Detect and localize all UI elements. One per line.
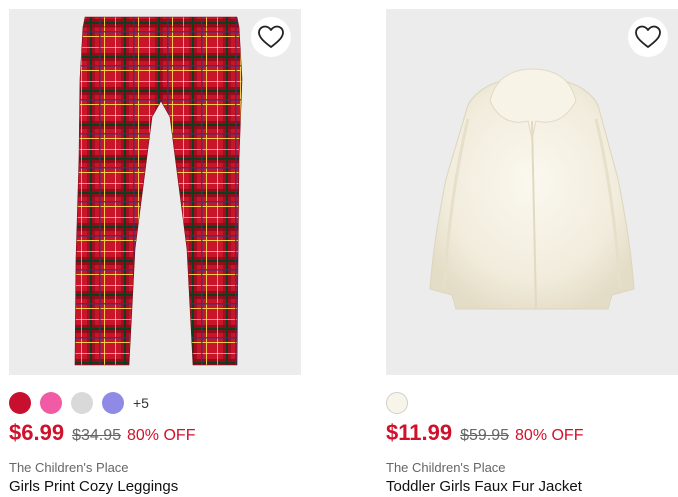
product-name-link[interactable]: Toddler Girls Faux Fur Jacket xyxy=(386,478,678,495)
heart-outline-icon xyxy=(258,25,284,48)
swatch-pink[interactable] xyxy=(40,392,62,414)
brand-name: The Children's Place xyxy=(386,460,506,475)
product-grid: +5 $6.99 $34.95 80% OFF The Children's P… xyxy=(0,0,678,497)
product-image-leggings[interactable] xyxy=(9,9,301,375)
original-price: $59.95 xyxy=(460,427,510,444)
original-price: $34.95 xyxy=(72,427,121,444)
heart-outline-icon xyxy=(635,25,661,48)
color-swatches xyxy=(386,392,678,414)
product-name-link[interactable]: Girls Print Cozy Leggings xyxy=(9,478,301,495)
brand-name: The Children's Place xyxy=(9,460,129,475)
product-card-jacket[interactable]: $11.99 $59.95 80% OFF The Children's Pla… xyxy=(386,9,678,495)
discount-label: 80% OFF xyxy=(515,427,584,444)
swatch-cream[interactable] xyxy=(386,392,408,414)
sale-price: $11.99 xyxy=(386,420,453,445)
sale-price: $6.99 xyxy=(9,420,65,445)
more-colors-link[interactable]: +5 xyxy=(133,395,149,411)
swatch-purple[interactable] xyxy=(102,392,124,414)
discount-label: 80% OFF xyxy=(127,427,196,444)
leggings-image xyxy=(74,16,243,366)
swatch-gray[interactable] xyxy=(71,392,93,414)
favorite-button[interactable] xyxy=(628,17,668,57)
jacket-image xyxy=(429,68,635,310)
favorite-button[interactable] xyxy=(251,17,291,57)
swatch-red[interactable] xyxy=(9,392,31,414)
price-row: $11.99 $59.95 80% OFF xyxy=(386,420,678,448)
color-swatches: +5 xyxy=(9,392,301,414)
product-image-jacket[interactable] xyxy=(386,9,678,375)
price-row: $6.99 $34.95 80% OFF xyxy=(9,420,301,448)
product-card-leggings[interactable]: +5 $6.99 $34.95 80% OFF The Children's P… xyxy=(9,9,301,495)
